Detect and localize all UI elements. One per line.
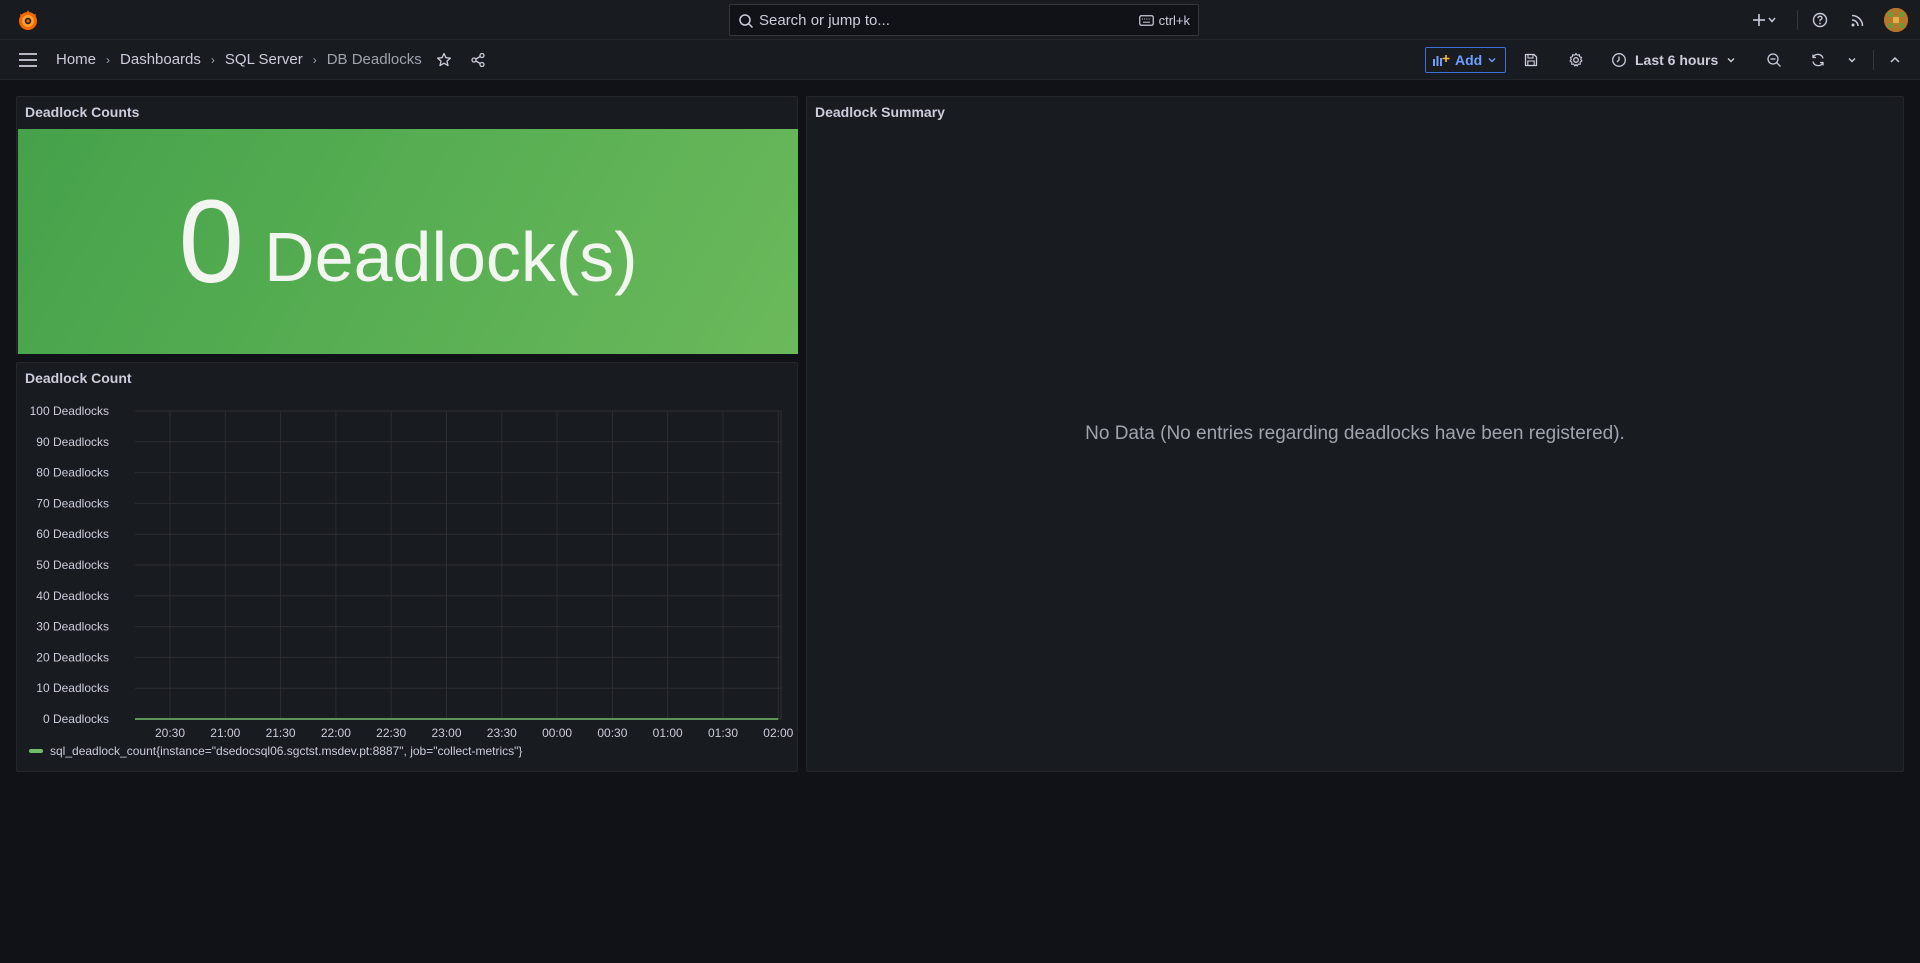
add-button-label: Add [1455, 52, 1483, 68]
share-icon[interactable] [470, 52, 486, 68]
y-tick-label: 20 Deadlocks [36, 650, 109, 664]
deadlock-counts-panel: Deadlock Counts 0 Deadlock(s) [16, 96, 798, 354]
panel-title: Deadlock Counts [25, 104, 140, 120]
breadcrumb-current: DB Deadlocks [326, 51, 422, 68]
deadlock-count-chart-panel: Deadlock Count 100 Deadlocks 90 Deadlocks… [16, 362, 798, 772]
news-feed-icon[interactable] [1850, 12, 1866, 28]
y-tick-label: 10 Deadlocks [36, 681, 109, 695]
menu-icon[interactable] [18, 52, 38, 68]
refresh-icon[interactable] [1810, 52, 1826, 68]
time-range-picker[interactable]: Last 6 hours [1611, 49, 1736, 71]
legend-series-label: sql_deadlock_count{instance="dsedocsql06… [50, 744, 523, 758]
grafana-logo-icon[interactable] [16, 8, 40, 32]
help-icon[interactable] [1812, 12, 1828, 28]
clock-icon [1612, 53, 1626, 67]
deadlock-count-chart: 100 Deadlocks 90 Deadlocks 80 Deadlocks 70 … [30, 404, 794, 740]
divider [1797, 10, 1798, 30]
x-tick-label: 00:00 [542, 726, 572, 740]
breadcrumb-separator: › [106, 52, 111, 67]
x-tick-label: 22:00 [321, 726, 351, 740]
search-placeholder: Search or jump to... [759, 12, 890, 29]
y-tick-label: 50 Deadlocks [36, 558, 109, 572]
x-tick-label: 22:30 [376, 726, 406, 740]
x-tick-label: 21:30 [266, 726, 296, 740]
add-panel-icon [1433, 55, 1450, 66]
keyboard-icon [1138, 15, 1154, 26]
deadlock-summary-panel: Deadlock Summary No Data (No entries reg… [806, 96, 1904, 772]
dashboard-nav-bar: Home › Dashboards › SQL Server › DB Dead… [0, 40, 1920, 80]
y-tick-label: 0 Deadlocks [43, 712, 109, 726]
star-icon[interactable] [436, 52, 452, 68]
x-tick-label: 23:00 [431, 726, 461, 740]
y-tick-label: 30 Deadlocks [36, 620, 109, 634]
breadcrumb-home[interactable]: Home [56, 51, 96, 68]
chevron-down-icon [1488, 58, 1496, 63]
breadcrumb-separator: › [210, 52, 215, 67]
plus-icon[interactable] [1751, 12, 1767, 28]
stat-background: 0 Deadlock(s) [18, 129, 798, 354]
x-tick-label: 20:30 [155, 726, 185, 740]
breadcrumb-folder[interactable]: SQL Server [225, 51, 303, 68]
search-shortcut: ctrl+k [1138, 13, 1190, 28]
x-tick-label: 23:30 [487, 726, 517, 740]
x-tick-label: 01:30 [708, 726, 738, 740]
chevron-up-icon[interactable] [1887, 52, 1903, 68]
zoom-out-icon[interactable] [1766, 52, 1782, 68]
legend-swatch [29, 749, 43, 753]
x-tick-label: 00:30 [597, 726, 627, 740]
x-tick-label: 21:00 [210, 726, 240, 740]
refresh-interval-chevron-icon[interactable] [1847, 52, 1857, 68]
top-bar: Search or jump to... ctrl+k [0, 0, 1920, 40]
y-tick-label: 60 Deadlocks [36, 527, 109, 541]
time-range-label: Last 6 hours [1635, 52, 1719, 68]
breadcrumb: Home › Dashboards › SQL Server › DB Dead… [56, 51, 422, 68]
stat-number: 0 [178, 175, 245, 308]
x-tick-label: 01:00 [653, 726, 683, 740]
y-tick-label: 90 Deadlocks [36, 435, 109, 449]
stat-value: 0 Deadlock(s) [18, 129, 798, 354]
settings-icon[interactable] [1568, 52, 1584, 68]
divider [1873, 50, 1874, 70]
search-icon [739, 14, 754, 29]
chevron-down-icon[interactable] [1767, 12, 1777, 28]
x-tick-label: 02:00 [763, 726, 793, 740]
avatar-image-icon [1884, 8, 1908, 32]
stat-unit: Deadlock(s) [264, 217, 638, 296]
no-data-message: No Data (No entries regarding deadlocks … [1085, 423, 1625, 444]
chevron-down-icon [1727, 58, 1735, 63]
save-icon[interactable] [1523, 52, 1539, 68]
chart-legend[interactable]: sql_deadlock_count{instance="dsedocsql06… [29, 744, 522, 758]
search-bar[interactable]: Search or jump to... ctrl+k [729, 4, 1199, 36]
add-button[interactable]: Add [1425, 47, 1506, 73]
y-tick-label: 70 Deadlocks [36, 496, 109, 510]
y-tick-label: 100 Deadlocks [30, 404, 109, 418]
shortcut-label: ctrl+k [1158, 13, 1190, 28]
breadcrumb-dashboards[interactable]: Dashboards [120, 51, 201, 68]
user-avatar[interactable] [1884, 8, 1908, 32]
y-tick-label: 40 Deadlocks [36, 589, 109, 603]
y-tick-label: 80 Deadlocks [36, 466, 109, 480]
breadcrumb-separator: › [312, 52, 317, 67]
